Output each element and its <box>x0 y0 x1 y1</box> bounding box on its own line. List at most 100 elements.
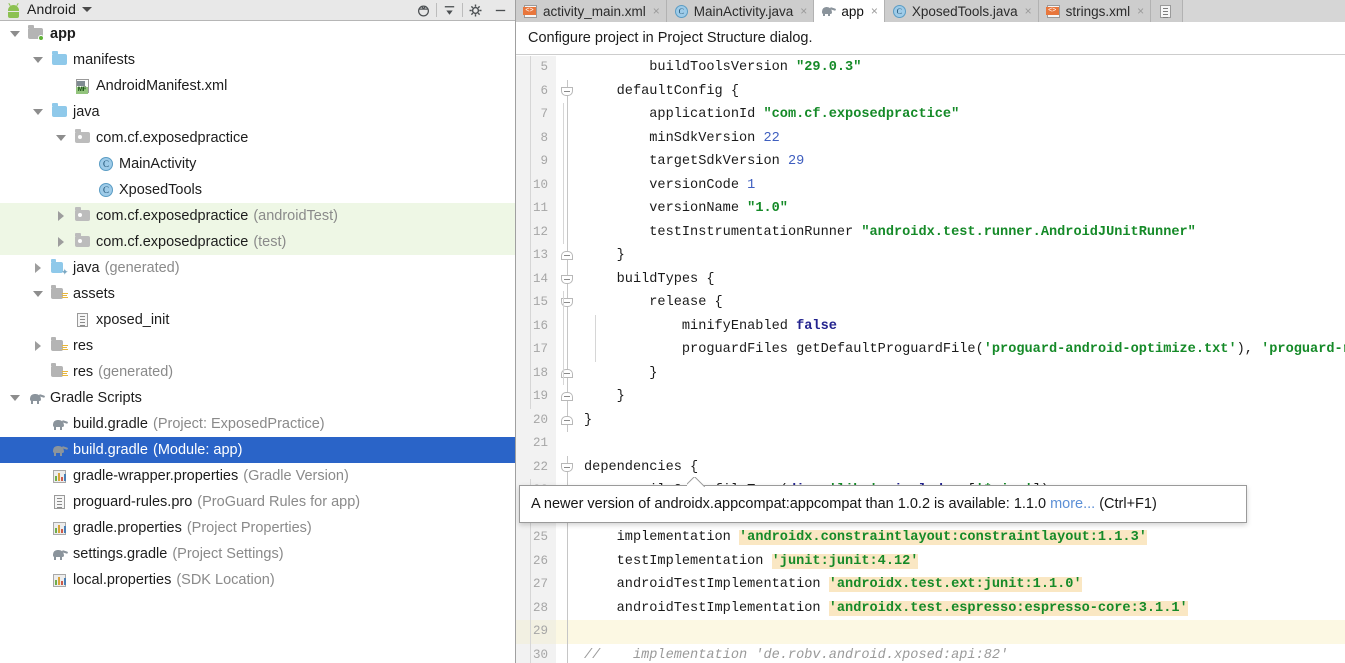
fold-collapse-icon[interactable] <box>561 273 574 286</box>
tree-node-app[interactable]: app <box>0 21 515 47</box>
close-icon[interactable]: × <box>651 5 662 17</box>
tree-node-xposed-init[interactable]: xposed_init <box>0 307 515 333</box>
tree-node-xposedtools[interactable]: C XposedTools <box>0 177 515 203</box>
code-text[interactable] <box>578 432 1345 456</box>
code-line-13[interactable]: 13 } <box>516 244 1345 268</box>
code-text[interactable] <box>530 620 1345 644</box>
chevron-down-icon[interactable] <box>81 6 92 12</box>
tree-node-gradle-wrapper-properties-gradle-version[interactable]: gradle-wrapper.properties (Gradle Version… <box>0 463 515 489</box>
close-icon[interactable]: × <box>1023 5 1034 17</box>
editor-tab-strings-xml[interactable]: <> strings.xml × <box>1038 0 1152 22</box>
fold-gutter[interactable] <box>556 455 578 479</box>
code-line-29[interactable]: 29 <box>516 620 1345 644</box>
fold-gutter[interactable] <box>556 220 578 244</box>
code-line-21[interactable]: 21 <box>516 432 1345 456</box>
expand-arrow-down-icon[interactable] <box>31 99 45 125</box>
fold-gutter[interactable] <box>556 79 578 103</box>
code-text[interactable]: testInstrumentationRunner "androidx.test… <box>530 220 1345 244</box>
fold-gutter[interactable] <box>556 526 578 550</box>
close-icon[interactable]: × <box>798 5 809 17</box>
code-text[interactable]: versionName "1.0" <box>530 197 1345 221</box>
fold-gutter[interactable] <box>556 643 578 663</box>
expand-arrow-down-icon[interactable] <box>31 47 45 73</box>
code-line-25[interactable]: 25 implementation 'androidx.constraintla… <box>516 526 1345 550</box>
code-line-19[interactable]: 19 } <box>516 385 1345 409</box>
fold-gutter[interactable] <box>556 267 578 291</box>
code-line-15[interactable]: 15 release { <box>516 291 1345 315</box>
code-line-16[interactable]: 16 minifyEnabled false <box>516 314 1345 338</box>
tree-node-build-gradle-module-app[interactable]: build.gradle (Module: app) <box>0 437 515 463</box>
fold-collapse-icon[interactable] <box>561 414 574 427</box>
minimize-icon[interactable] <box>488 0 513 21</box>
editor-tab-xposedtools-java[interactable]: C XposedTools.java × <box>884 0 1039 22</box>
code-text[interactable]: minifyEnabled false <box>530 314 1345 338</box>
fold-collapse-icon[interactable] <box>561 85 574 98</box>
project-tree[interactable]: app manifests MF AndroidManifest.xml java com… <box>0 21 515 663</box>
fold-gutter[interactable] <box>556 314 578 338</box>
code-line-5[interactable]: 5 buildToolsVersion "29.0.3" <box>516 56 1345 80</box>
code-text[interactable]: } <box>530 385 1345 409</box>
code-editor[interactable]: 5 buildToolsVersion "29.0.3" 6 defaultCon… <box>516 56 1345 663</box>
expand-arrow-down-icon[interactable] <box>31 281 45 307</box>
code-line-26[interactable]: 26 testImplementation 'junit:junit:4.12' <box>516 549 1345 573</box>
expand-arrow-right-icon[interactable] <box>31 255 45 281</box>
close-icon[interactable]: × <box>869 5 880 17</box>
code-text[interactable]: buildToolsVersion "29.0.3" <box>530 56 1345 80</box>
tooltip-more-link[interactable]: more... <box>1050 496 1095 512</box>
tree-node-java[interactable]: java <box>0 99 515 125</box>
fold-gutter[interactable] <box>556 173 578 197</box>
code-text[interactable]: } <box>530 361 1345 385</box>
code-text[interactable]: defaultConfig { <box>530 79 1345 103</box>
code-line-9[interactable]: 9 targetSdkVersion 29 <box>516 150 1345 174</box>
fold-gutter[interactable] <box>556 126 578 150</box>
code-text[interactable]: buildTypes { <box>530 267 1345 291</box>
tree-node-assets[interactable]: assets <box>0 281 515 307</box>
editor-tab-app[interactable]: app × <box>814 0 885 22</box>
code-text[interactable]: testImplementation 'junit:junit:4.12' <box>530 549 1345 573</box>
code-line-17[interactable]: 17 proguardFiles getDefaultProguardFile(… <box>516 338 1345 362</box>
code-text[interactable]: implementation 'androidx.constraintlayou… <box>530 526 1345 550</box>
code-text[interactable]: androidTestImplementation 'androidx.test… <box>530 573 1345 597</box>
fold-gutter[interactable] <box>556 103 578 127</box>
code-text[interactable]: minSdkVersion 22 <box>530 126 1345 150</box>
fold-gutter[interactable] <box>556 291 578 315</box>
tree-node-com-cf-exposedpractice[interactable]: com.cf.exposedpractice <box>0 125 515 151</box>
tree-node-manifests[interactable]: manifests <box>0 47 515 73</box>
tree-node-res-generated[interactable]: res (generated) <box>0 359 515 385</box>
editor-tab-mainactivity-java[interactable]: C MainActivity.java × <box>666 0 815 22</box>
tree-node-com-cf-exposedpractice-androidtest[interactable]: com.cf.exposedpractice (androidTest) <box>0 203 515 229</box>
project-view-selector[interactable]: Android <box>0 1 411 18</box>
fold-collapse-icon[interactable] <box>561 461 574 474</box>
expand-arrow-down-icon[interactable] <box>8 385 22 411</box>
code-text[interactable]: release { <box>530 291 1345 315</box>
code-line-8[interactable]: 8 minSdkVersion 22 <box>516 126 1345 150</box>
gear-icon[interactable] <box>463 0 488 21</box>
fold-gutter[interactable] <box>556 338 578 362</box>
code-line-18[interactable]: 18 } <box>516 361 1345 385</box>
expand-arrow-right-icon[interactable] <box>54 203 68 229</box>
tree-node-gradle-properties-project-properties[interactable]: gradle.properties (Project Properties) <box>0 515 515 541</box>
fold-collapse-icon[interactable] <box>561 390 574 403</box>
code-text[interactable]: proguardFiles getDefaultProguardFile('pr… <box>530 338 1345 362</box>
tree-node-res[interactable]: res <box>0 333 515 359</box>
code-line-27[interactable]: 27 androidTestImplementation 'androidx.t… <box>516 573 1345 597</box>
expand-arrow-right-icon[interactable] <box>54 229 68 255</box>
fold-gutter[interactable] <box>556 197 578 221</box>
fold-gutter[interactable] <box>556 408 578 432</box>
hide-inactive-bookmarks-icon[interactable] <box>411 0 436 21</box>
code-line-14[interactable]: 14 buildTypes { <box>516 267 1345 291</box>
fold-gutter[interactable] <box>556 385 578 409</box>
tree-node-java-generated[interactable]: ✦ java (generated) <box>0 255 515 281</box>
code-text[interactable]: dependencies { <box>578 456 1345 480</box>
code-text[interactable]: targetSdkVersion 29 <box>530 150 1345 174</box>
code-line-12[interactable]: 12 testInstrumentationRunner "androidx.t… <box>516 220 1345 244</box>
expand-arrow-down-icon[interactable] <box>54 125 68 151</box>
fold-collapse-icon[interactable] <box>561 249 574 262</box>
tree-node-androidmanifest-xml[interactable]: MF AndroidManifest.xml <box>0 73 515 99</box>
code-line-20[interactable]: 20} <box>516 408 1345 432</box>
tree-node-proguard-rules-pro-proguard-rules-for-app[interactable]: proguard-rules.pro (ProGuard Rules for ap… <box>0 489 515 515</box>
code-text[interactable]: } <box>530 244 1345 268</box>
fold-gutter[interactable] <box>556 361 578 385</box>
fold-gutter[interactable] <box>556 244 578 268</box>
code-line-7[interactable]: 7 applicationId "com.cf.exposedpractice" <box>516 103 1345 127</box>
